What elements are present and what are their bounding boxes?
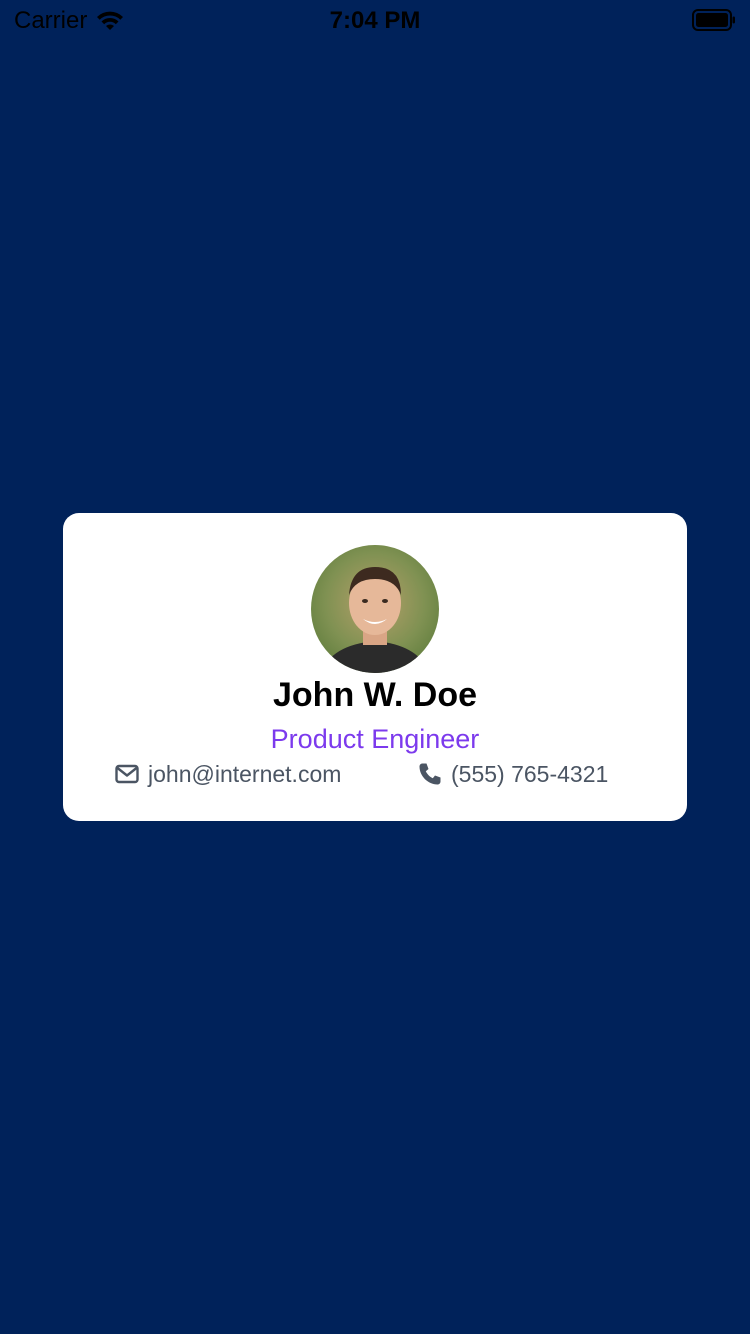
profile-name: John W. Doe — [273, 676, 477, 714]
phone-text[interactable]: (555) 765-4321 — [451, 761, 608, 788]
battery-icon — [692, 9, 736, 31]
envelope-icon — [115, 764, 139, 784]
phone-contact[interactable]: (555) 765-4321 — [418, 759, 608, 789]
phone-icon — [418, 762, 442, 786]
email-text[interactable]: john@internet.com — [148, 761, 341, 788]
profile-card: John W. Doe Product Engineer john@intern… — [63, 513, 687, 821]
status-bar: Carrier 7:04 PM — [0, 0, 750, 40]
email-contact[interactable]: john@internet.com — [115, 759, 341, 789]
avatar — [311, 545, 439, 673]
status-time: 7:04 PM — [329, 7, 421, 34]
profile-role: Product Engineer — [270, 724, 480, 754]
